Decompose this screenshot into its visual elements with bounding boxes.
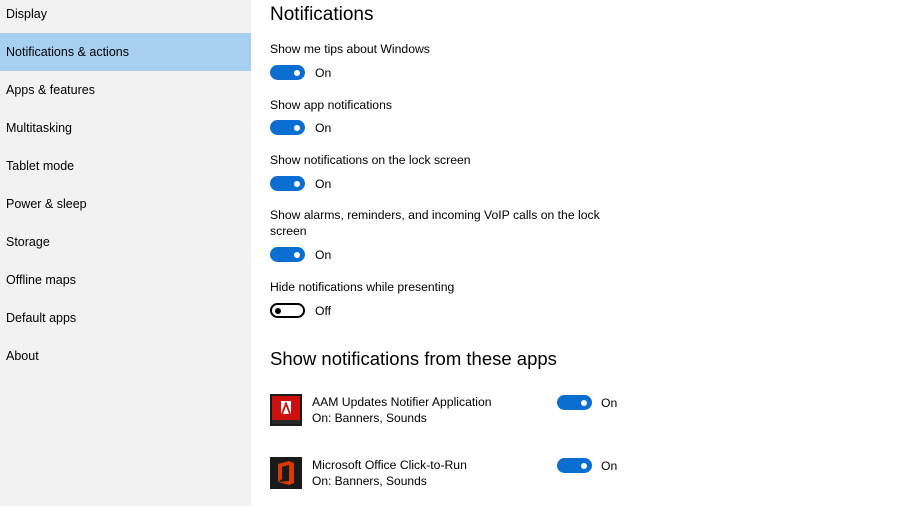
main-panel: Notifications Show me tips about Windows… [270,0,900,506]
app-name-office: Microsoft Office Click-to-Run [312,458,467,472]
sidebar-item-multitasking[interactable]: Multitasking [0,109,251,147]
sidebar: Display Notifications & actions Apps & f… [0,0,251,506]
toggle-lock-screen[interactable] [270,176,305,191]
toggle-state-hide-presenting: Off [315,304,332,318]
sidebar-item-about[interactable]: About [0,337,251,375]
sidebar-item-display[interactable]: Display [0,0,251,33]
adobe-icon [270,394,302,426]
setting-label-tips: Show me tips about Windows [270,42,430,56]
sidebar-item-notifications-actions[interactable]: Notifications & actions [0,33,251,71]
toggle-knob [581,462,587,469]
toggle-knob [294,251,300,258]
toggle-app-notifications[interactable] [270,120,305,135]
toggle-state-lock-screen: On [315,177,332,191]
app-detail-aam: On: Banners, Sounds [312,411,427,425]
toggle-alarms-voip[interactable] [270,247,305,262]
toggle-state-tips: On [315,66,332,80]
sidebar-item-power-sleep[interactable]: Power & sleep [0,185,251,223]
toggle-knob [294,69,300,76]
toggle-hide-presenting[interactable] [270,303,305,318]
sidebar-item-default-apps[interactable]: Default apps [0,299,251,337]
sidebar-item-storage[interactable]: Storage [0,223,251,261]
toggle-state-app-aam: On [601,396,618,410]
toggle-app-office[interactable] [557,458,592,473]
sidebar-item-tablet-mode[interactable]: Tablet mode [0,147,251,185]
toggle-knob [294,124,300,131]
toggle-tips[interactable] [270,65,305,80]
sidebar-item-apps-features[interactable]: Apps & features [0,71,251,109]
toggle-app-aam[interactable] [557,395,592,410]
app-name-aam: AAM Updates Notifier Application [312,395,492,409]
setting-label-app-notifications: Show app notifications [270,98,392,112]
office-icon [270,457,302,489]
apps-section-title: Show notifications from these apps [270,348,557,369]
setting-label-hide-presenting: Hide notifications while presenting [270,280,455,294]
toggle-knob [275,307,281,314]
toggle-knob [294,180,300,187]
toggle-state-app-notifications: On [315,121,332,135]
toggle-state-app-office: On [601,459,618,473]
setting-label-alarms-voip: Show alarms, reminders, and incoming VoI… [270,208,600,238]
sidebar-item-offline-maps[interactable]: Offline maps [0,261,251,299]
toggle-state-alarms-voip: On [315,248,332,262]
toggle-knob [581,399,587,406]
app-detail-office: On: Banners, Sounds [312,474,427,488]
page-title: Notifications [270,4,374,25]
setting-label-lock-screen: Show notifications on the lock screen [270,153,471,167]
